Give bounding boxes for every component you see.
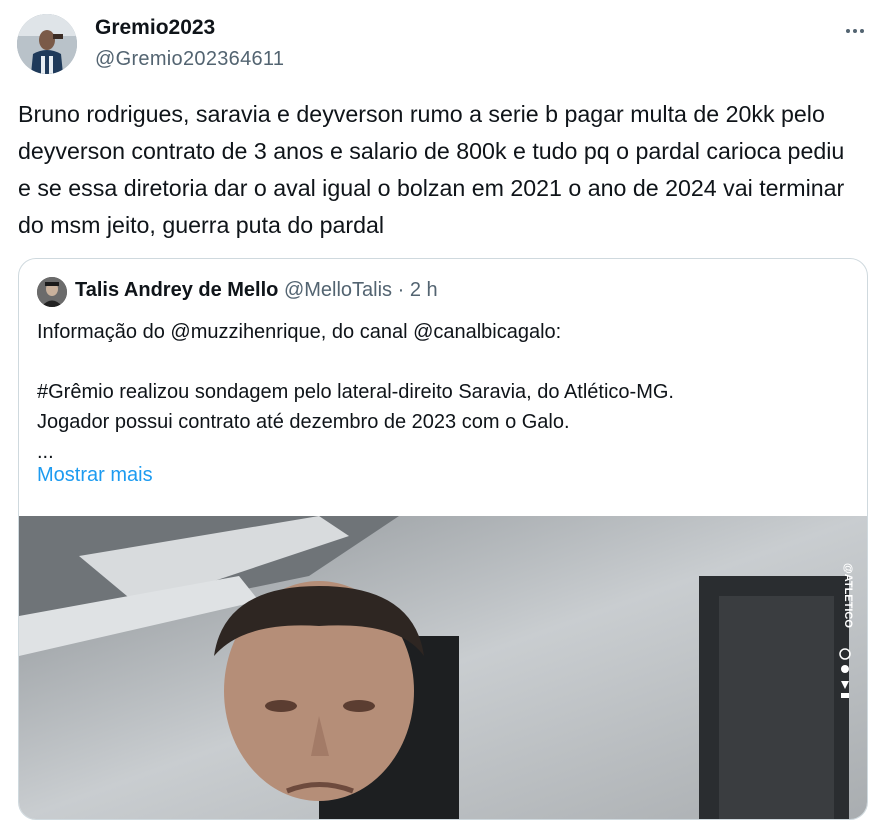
quoted-avatar-image <box>37 277 67 307</box>
quoted-text-line: ... <box>37 441 54 463</box>
author-avatar[interactable] <box>17 14 77 74</box>
quoted-header: Talis Andrey de Mello @MelloTalis · 2 h <box>75 279 438 302</box>
quoted-text: Informação do @muzzihenrique, do canal @… <box>37 317 847 467</box>
more-options-button[interactable] <box>838 18 872 44</box>
social-icons: @ATLETICO <box>839 563 854 698</box>
quoted-timestamp[interactable]: 2 h <box>410 279 438 301</box>
quoted-media-image[interactable] <box>19 516 867 819</box>
quoted-separator: · <box>397 279 405 301</box>
more-horizontal-icon-dot <box>860 29 864 33</box>
more-horizontal-icon-dot <box>853 29 857 33</box>
quoted-tweet[interactable]: Talis Andrey de Mello @MelloTalis · 2 h … <box>18 258 868 820</box>
quoted-author-avatar[interactable] <box>37 277 67 307</box>
player-photo <box>19 516 867 819</box>
show-more-link[interactable]: Mostrar mais <box>37 464 153 487</box>
quoted-text-line: Informação do @muzzihenrique, do canal @… <box>37 321 562 343</box>
atletico-watermark: @ATLETICO <box>825 559 865 699</box>
svg-text:@ATLETICO: @ATLETICO <box>842 563 854 628</box>
quoted-handle[interactable]: @MelloTalis <box>284 279 392 301</box>
quoted-text-line: #Grêmio realizou sondagem pelo lateral-d… <box>37 381 674 403</box>
author-handle[interactable]: @Gremio202364611 <box>95 48 284 71</box>
avatar-image <box>17 14 77 74</box>
quoted-text-line: Jogador possui contrato até dezembro de … <box>37 411 570 433</box>
author-display-name[interactable]: Gremio2023 <box>95 16 215 40</box>
quoted-text-blank-line <box>37 347 847 377</box>
more-horizontal-icon <box>846 29 850 33</box>
quoted-display-name[interactable]: Talis Andrey de Mello <box>75 279 278 301</box>
tweet-text: Bruno rodrigues, saravia e deyverson rum… <box>18 101 845 238</box>
